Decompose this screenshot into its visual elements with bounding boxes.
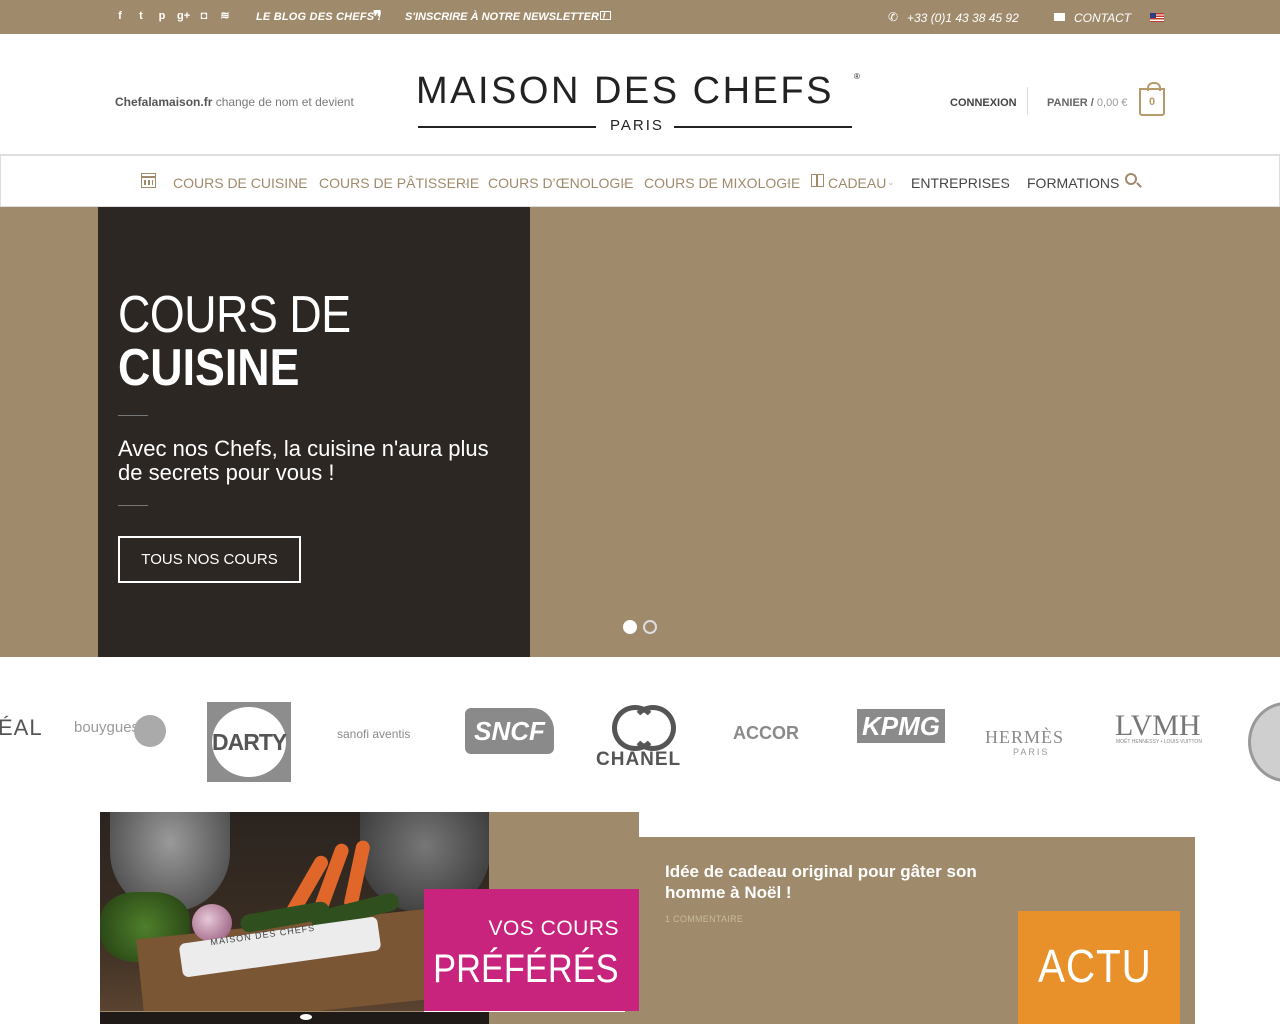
- rss-icon[interactable]: ≋: [219, 9, 231, 23]
- newsletter-icon: [600, 11, 611, 20]
- chevron-down-icon: ⌄: [1002, 177, 1010, 187]
- main-nav: COURS DE CUISINE ⌄ COURS DE PÂTISSERIE ⌄…: [0, 155, 1280, 207]
- nav-item-entreprises[interactable]: ENTREPRISES: [911, 175, 1010, 191]
- logo-lvmh-subtitle: MOËT HENNESSY • LOUIS VUITTON: [1116, 739, 1202, 745]
- darty-wordmark: DARTY: [212, 707, 287, 777]
- us-flag-icon[interactable]: [1150, 13, 1164, 22]
- chevron-down-icon: ⌄: [462, 177, 470, 187]
- logo-hermes-city: PARIS: [1013, 747, 1050, 757]
- favorite-courses-line2: PRÉFÉRÉS: [433, 947, 619, 991]
- pinterest-icon[interactable]: p: [156, 9, 168, 23]
- gift-icon[interactable]: [811, 174, 824, 187]
- nav-item-cadeau[interactable]: CADEAU: [828, 175, 886, 191]
- calendar-icon[interactable]: [141, 173, 156, 188]
- next-photo-strip: [100, 1012, 489, 1024]
- all-courses-button[interactable]: TOUS NOS COURS: [118, 536, 301, 583]
- phone-number[interactable]: +33 (0)1 43 38 45 92: [907, 11, 1019, 25]
- bouygues-mark-icon: [134, 715, 166, 747]
- mail-icon: [1054, 13, 1065, 21]
- chevron-down-icon: ⌄: [785, 177, 793, 187]
- hero-divider: [118, 415, 148, 416]
- header-divider: [1027, 87, 1028, 115]
- site-header: Chefalamaison.fr change de nom et devien…: [0, 34, 1280, 155]
- client-logos-strip: ÉAL bouygues DARTY sanofi aventis SNCF C…: [0, 657, 1280, 812]
- chevron-down-icon: ⌄: [293, 177, 301, 187]
- slider-dot-2[interactable]: [643, 620, 657, 634]
- google-plus-icon[interactable]: g+: [177, 9, 190, 23]
- actu-label: ACTU: [1038, 940, 1152, 992]
- logo-loreal: ÉAL: [0, 715, 43, 740]
- tile-underline: [424, 1011, 625, 1012]
- cart-bag-icon[interactable]: 0: [1139, 82, 1165, 116]
- logo-lvmh: LVMH: [1115, 709, 1201, 742]
- nav-item-cours-de-patisserie[interactable]: COURS DE PÂTISSERIE: [319, 175, 479, 191]
- phone-icon: ✆: [888, 10, 899, 24]
- logo-bouygues: bouygues: [74, 719, 140, 736]
- logo-rule-right: [674, 126, 852, 128]
- instagram-icon[interactable]: ◘: [198, 9, 210, 23]
- nav-item-formations[interactable]: FORMATIONS: [1027, 175, 1119, 191]
- actu-badge[interactable]: ACTU: [1018, 911, 1180, 1024]
- cart-label: PANIER /: [1047, 97, 1094, 109]
- hero-slider: COURS DE CUISINE Avec nos Chefs, la cuis…: [0, 207, 1280, 657]
- logo-sncf: SNCF: [465, 708, 554, 754]
- logo-accor: ACCOR: [733, 723, 799, 743]
- tagline: Chefalamaison.fr change de nom et devien…: [115, 95, 354, 109]
- social-links: f t p g+ ◘ ≋: [114, 9, 231, 23]
- tagline-text: change de nom et devient: [212, 95, 354, 109]
- nav-item-cours-d-oenologie[interactable]: COURS D’ŒNOLOGIE: [488, 175, 633, 191]
- tagline-domain: Chefalamaison.fr: [115, 95, 213, 109]
- logo-brand: MAISON DES CHEFS: [416, 70, 834, 112]
- logo-rule-left: [418, 126, 596, 128]
- nav-item-cours-de-cuisine[interactable]: COURS DE CUISINE: [173, 175, 308, 191]
- logo-darty: DARTY: [207, 702, 291, 782]
- blog-comments-count[interactable]: 1 COMMENTAIRE: [665, 914, 743, 924]
- chevron-down-icon: ⌄: [620, 177, 628, 187]
- quote-icon: ❞: [373, 7, 382, 26]
- logo-hermes: HERMÈS: [985, 727, 1065, 747]
- favorite-courses-line1: VOS COURS: [488, 917, 619, 940]
- search-icon[interactable]: [1125, 173, 1137, 185]
- cart-amount: 0,00 €: [1093, 97, 1128, 109]
- logo-kpmg: KPMG: [857, 709, 945, 743]
- favorite-courses-tile[interactable]: VOS COURS PRÉFÉRÉS: [424, 889, 639, 1011]
- logo-city: PARIS: [610, 117, 664, 134]
- top-bar: f t p g+ ◘ ≋ LE BLOG DES CHEFS ! ❞ S'INS…: [0, 0, 1280, 198]
- hero-divider: [118, 505, 148, 506]
- logo-sanofi: sanofi aventis: [337, 727, 411, 741]
- chevron-down-icon: ⌄: [887, 177, 895, 187]
- logo-chanel: CHANEL: [596, 749, 682, 770]
- blog-post-title[interactable]: Idée de cadeau original pour gâter son h…: [665, 861, 1005, 903]
- logo-fiat: [1248, 702, 1280, 782]
- hero-subtitle: Avec nos Chefs, la cuisine n'aura plus d…: [118, 436, 489, 485]
- site-logo[interactable]: MAISON DES CHEFS ® PARIS: [416, 70, 864, 134]
- hero-title-line2: CUISINE: [118, 339, 300, 397]
- twitter-icon[interactable]: t: [135, 9, 147, 23]
- login-link[interactable]: CONNEXION: [950, 97, 1017, 109]
- slider-dot-1[interactable]: [623, 620, 637, 634]
- facebook-icon[interactable]: f: [114, 9, 126, 23]
- hero-title-line1: COURS DE: [118, 286, 351, 344]
- cart-link[interactable]: PANIER / 0,00 €: [1047, 97, 1128, 109]
- logo-registered: ®: [854, 72, 860, 81]
- nav-item-cours-de-mixologie[interactable]: COURS DE MIXOLOGIE: [644, 175, 800, 191]
- contact-link[interactable]: CONTACT: [1074, 11, 1131, 25]
- newsletter-link[interactable]: S'INSCRIRE À NOTRE NEWSLETTER !: [405, 11, 606, 23]
- hero-panel: COURS DE CUISINE Avec nos Chefs, la cuis…: [98, 207, 530, 657]
